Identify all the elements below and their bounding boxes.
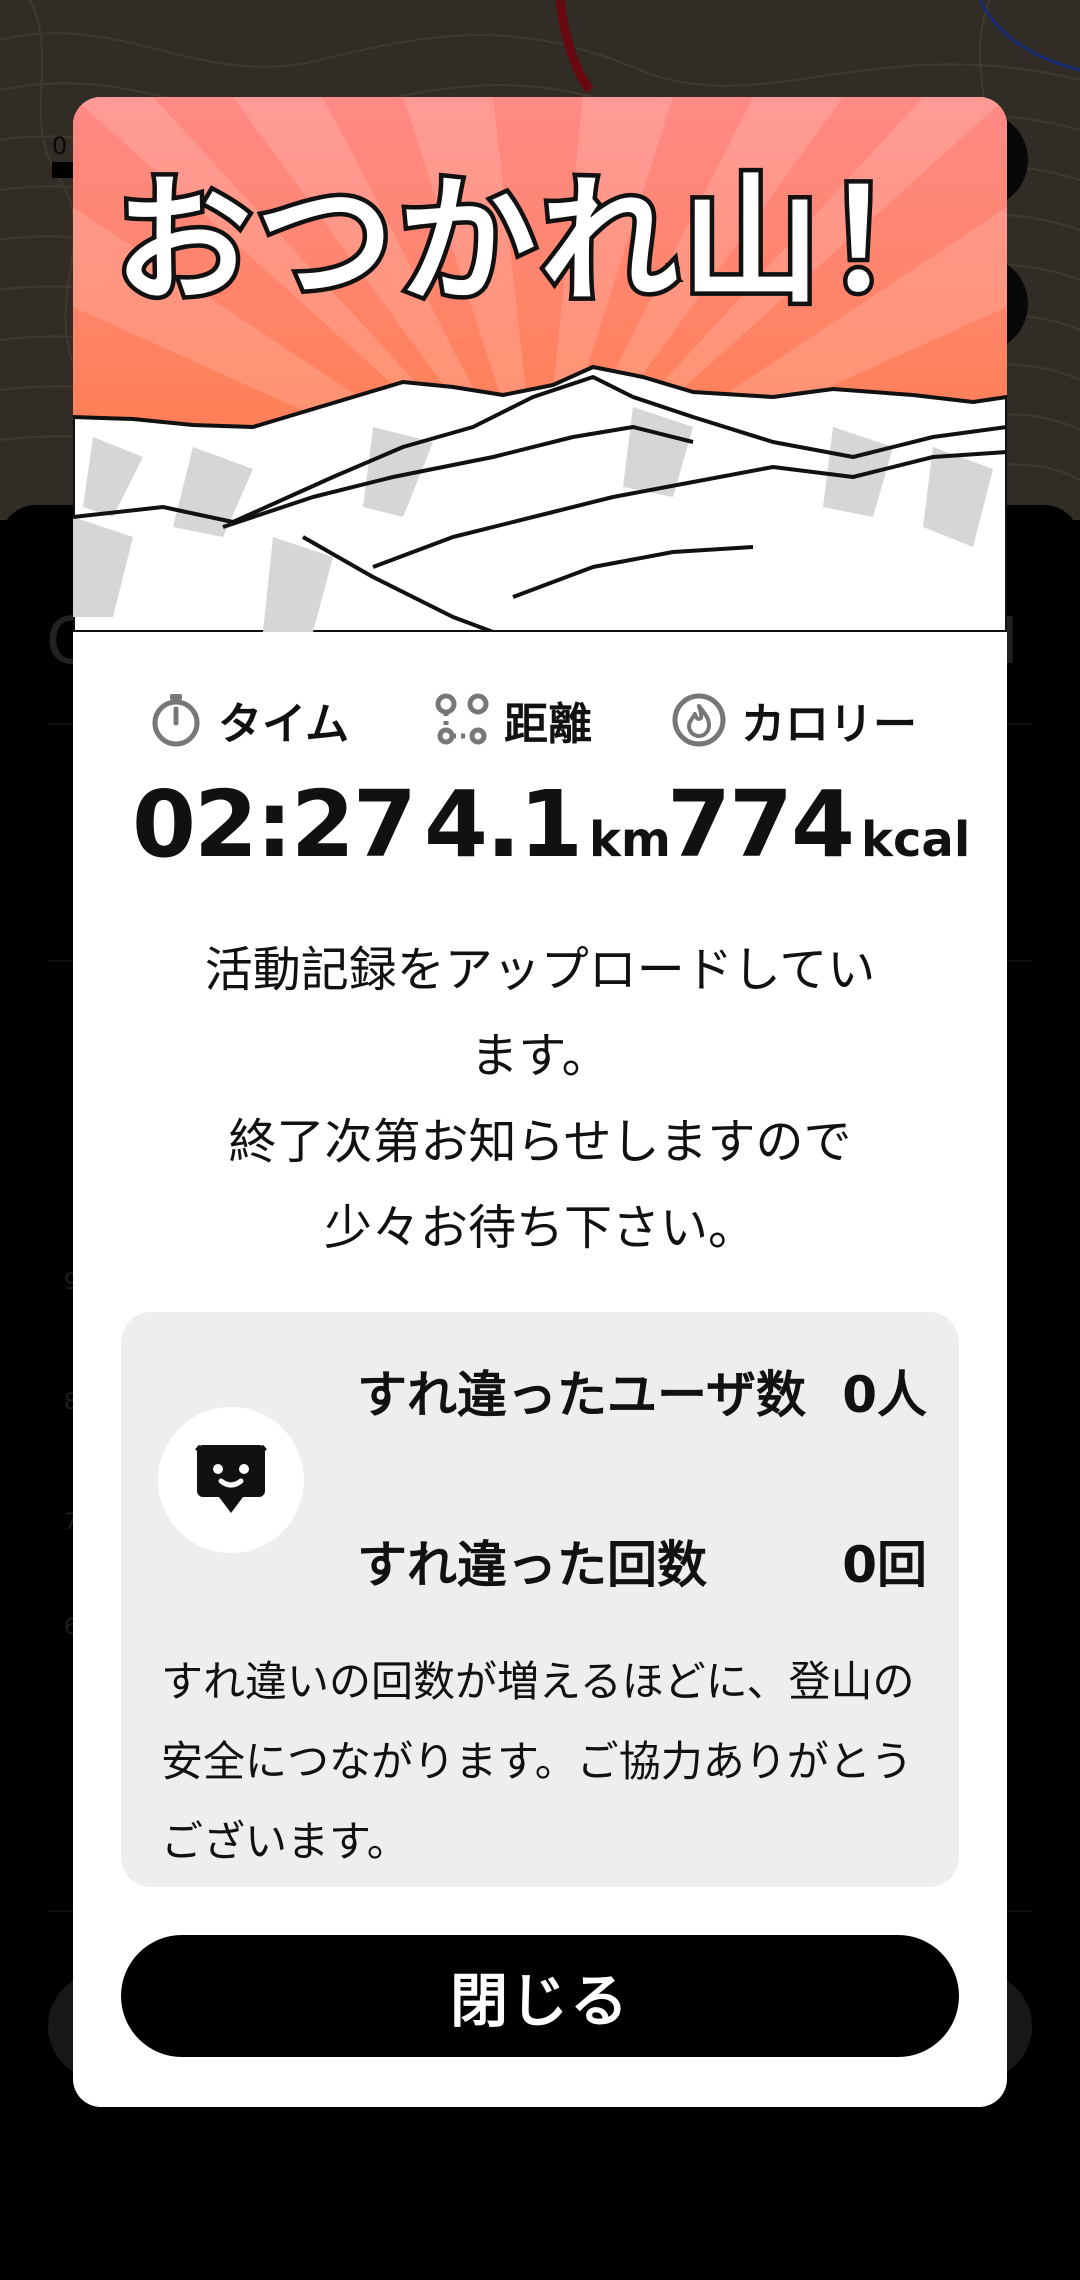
- passby-card: すれ違ったユーザ数 0人 すれ違った回数 0回 すれ違いの回数が増えるほどに、登…: [121, 1312, 959, 1887]
- stat-time-label: タイム: [218, 699, 350, 750]
- stat-distance-label: 距離: [504, 699, 592, 750]
- passby-note: すれ違いの回数が増えるほどに、登山の安全につながります。ご協力ありがとうございま…: [161, 1657, 915, 1866]
- passby-count-row: すれ違った回数 0回: [357, 1527, 927, 1603]
- passby-face-icon: [158, 1407, 304, 1553]
- hero-banner: おつかれ山！: [73, 97, 1007, 632]
- flame-icon: [671, 692, 727, 748]
- stopwatch-icon: [148, 692, 204, 748]
- stat-time-value: 02:27: [132, 771, 417, 878]
- passby-users-label: すれ違ったユーザ数: [357, 1366, 806, 1424]
- stat-time: タイム 02:27: [132, 685, 417, 878]
- passby-count-value: 0回: [842, 1536, 927, 1594]
- passby-users-row: すれ違ったユーザ数 0人: [357, 1357, 927, 1433]
- activity-stats: タイム 02:27 距離 4.1 km カロリー 774 kcal: [73, 685, 1007, 878]
- stat-distance: 距離 4.1 km: [424, 685, 671, 878]
- stat-calories: カロリー 774 kcal: [667, 685, 971, 878]
- stat-calories-value: 774: [667, 771, 855, 878]
- close-button[interactable]: 閉じる: [121, 1935, 959, 2057]
- stat-distance-value: 4.1: [424, 771, 583, 878]
- summit-complete-dialog: おつかれ山！ タイム 02:27 距離 4.1 km カロリー 774 kcal…: [73, 97, 1007, 2107]
- dialog-title: おつかれ山！: [109, 157, 966, 327]
- upload-status-message: 活動記録をアップロードしてい ます。 終了次第お知らせしますので 少々お待ち下さ…: [204, 942, 876, 1256]
- stat-calories-unit: kcal: [861, 812, 971, 868]
- route-icon: [434, 692, 490, 748]
- stat-distance-unit: km: [588, 812, 671, 868]
- stat-calories-label: カロリー: [741, 699, 917, 750]
- passby-users-value: 0人: [842, 1366, 927, 1424]
- passby-count-label: すれ違った回数: [357, 1536, 707, 1594]
